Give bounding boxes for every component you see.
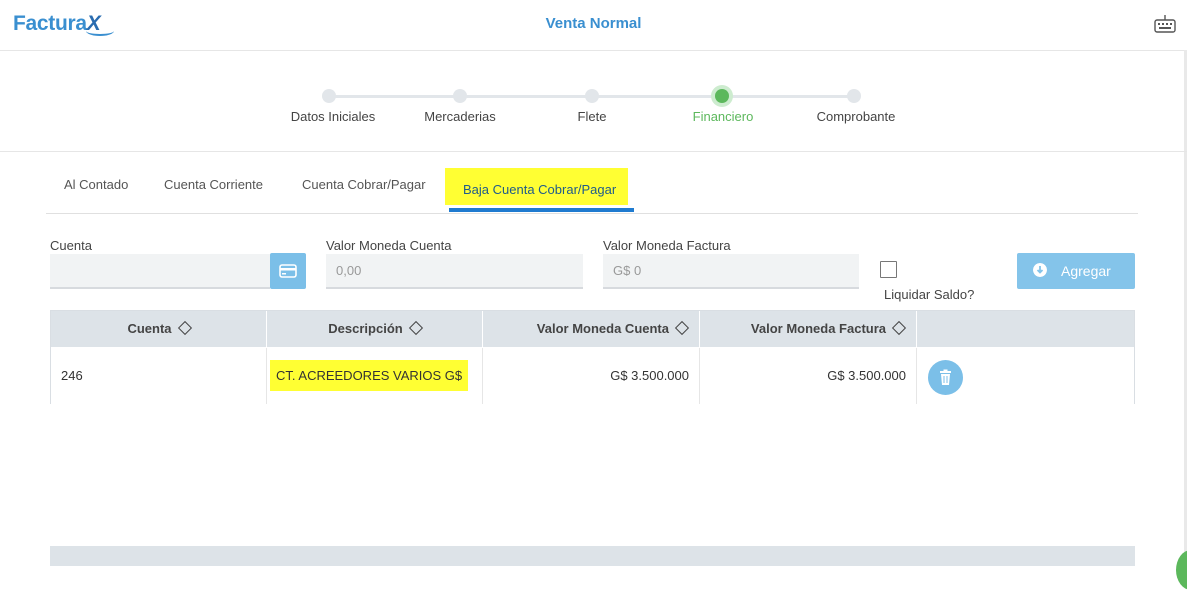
liquidar-saldo-label: Liquidar Saldo?	[884, 287, 975, 302]
table-header: Cuenta Descripción Valor Moneda Cuenta V…	[51, 311, 1134, 347]
cell-descripcion: CT. ACREEDORES VARIOS G$	[267, 348, 483, 404]
cuenta-label: Cuenta	[50, 238, 92, 253]
tab-bar: Al Contado Cuenta Corriente Cuenta Cobra…	[46, 152, 1138, 214]
arrow-down-circle-icon	[1033, 263, 1047, 277]
col-header-descripcion-label: Descripción	[328, 321, 403, 336]
valor-moneda-cuenta-input[interactable]: 0,00	[326, 254, 583, 289]
cell-valor-factura: G$ 3.500.000	[700, 348, 917, 404]
step-dot-mercaderias[interactable]	[453, 89, 467, 103]
step-label-datos-iniciales[interactable]: Datos Iniciales	[273, 109, 393, 124]
step-dot-financiero[interactable]	[715, 89, 729, 103]
col-header-valor-cuenta[interactable]: Valor Moneda Cuenta	[483, 311, 700, 347]
sort-icon	[408, 320, 423, 335]
help-fab-button[interactable]	[1176, 550, 1187, 590]
delete-row-button[interactable]	[928, 360, 963, 395]
agregar-button[interactable]: Agregar	[1017, 253, 1135, 289]
col-header-cuenta-label: Cuenta	[127, 321, 172, 336]
tab-cuenta-cobrar-pagar[interactable]: Cuenta Cobrar/Pagar	[302, 177, 426, 192]
step-dot-datos-iniciales[interactable]	[322, 89, 336, 103]
page-title: Venta Normal	[545, 15, 642, 32]
search-account-button[interactable]	[270, 253, 306, 289]
cell-descripcion-text: CT. ACREEDORES VARIOS G$	[270, 360, 469, 391]
valor-moneda-factura-input[interactable]: G$ 0	[603, 254, 859, 289]
col-header-descripcion[interactable]: Descripción	[267, 311, 483, 347]
table-row[interactable]: 246 CT. ACREEDORES VARIOS G$ G$ 3.500.00…	[51, 348, 1134, 404]
progress-stepper: Datos Iniciales Mercaderias Flete Financ…	[0, 51, 1187, 152]
col-header-valor-factura[interactable]: Valor Moneda Factura	[700, 311, 917, 347]
cell-cuenta: 246	[51, 348, 267, 404]
valor-moneda-cuenta-label: Valor Moneda Cuenta	[326, 238, 452, 253]
liquidar-saldo-checkbox[interactable]	[880, 261, 897, 278]
cuenta-input[interactable]	[50, 254, 270, 289]
sort-icon	[674, 320, 690, 335]
step-label-comprobante[interactable]: Comprobante	[796, 109, 916, 124]
tab-baja-cuenta-cobrar-pagar[interactable]: Baja Cuenta Cobrar/Pagar	[445, 168, 628, 205]
tab-cuenta-corriente[interactable]: Cuenta Corriente	[164, 177, 263, 192]
step-label-financiero[interactable]: Financiero	[663, 109, 783, 124]
step-label-mercaderias[interactable]: Mercaderias	[400, 109, 520, 124]
step-dot-flete[interactable]	[585, 89, 599, 103]
table-footer-bar	[50, 546, 1135, 566]
keyboard-icon[interactable]	[1154, 14, 1176, 34]
app-header: FacturaX Venta Normal	[0, 0, 1187, 51]
col-header-valor-factura-label: Valor Moneda Factura	[750, 321, 886, 336]
accounts-table: Cuenta Descripción Valor Moneda Cuenta V…	[50, 310, 1135, 404]
cell-valor-cuenta: G$ 3.500.000	[483, 348, 700, 404]
active-tab-indicator	[449, 208, 634, 212]
step-dot-comprobante[interactable]	[847, 89, 861, 103]
valor-moneda-factura-label: Valor Moneda Factura	[603, 238, 731, 253]
sort-icon	[177, 320, 192, 335]
col-header-valor-cuenta-label: Valor Moneda Cuenta	[536, 321, 669, 336]
step-label-flete[interactable]: Flete	[532, 109, 652, 124]
col-header-actions	[917, 311, 1134, 347]
agregar-label: Agregar	[1061, 263, 1111, 279]
tab-al-contado[interactable]: Al Contado	[64, 177, 128, 192]
trash-icon	[940, 369, 951, 385]
sort-icon	[891, 320, 907, 335]
credit-card-icon	[279, 264, 297, 278]
col-header-cuenta[interactable]: Cuenta	[51, 311, 267, 347]
